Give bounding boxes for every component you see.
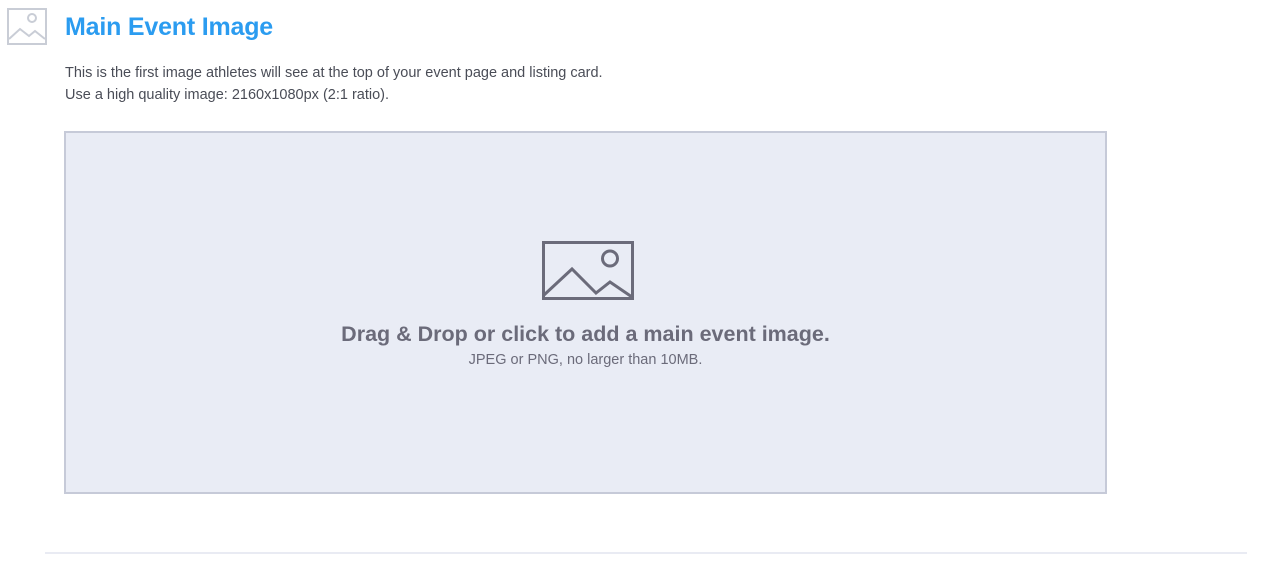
dropzone-subtitle: JPEG or PNG, no larger than 10MB. xyxy=(468,352,703,368)
image-placeholder-icon xyxy=(542,241,634,301)
description-line-1: This is the first image athletes will se… xyxy=(65,65,603,81)
section-divider xyxy=(45,552,1247,554)
image-icon xyxy=(7,8,47,45)
dropzone-title: Drag & Drop or click to add a main event… xyxy=(341,322,830,346)
image-dropzone[interactable]: Drag & Drop or click to add a main event… xyxy=(64,131,1107,494)
description-line-2: Use a high quality image: 2160x1080px (2… xyxy=(65,87,390,103)
section-title: Main Event Image xyxy=(65,13,273,41)
section-description: This is the first image athletes will se… xyxy=(65,62,603,106)
